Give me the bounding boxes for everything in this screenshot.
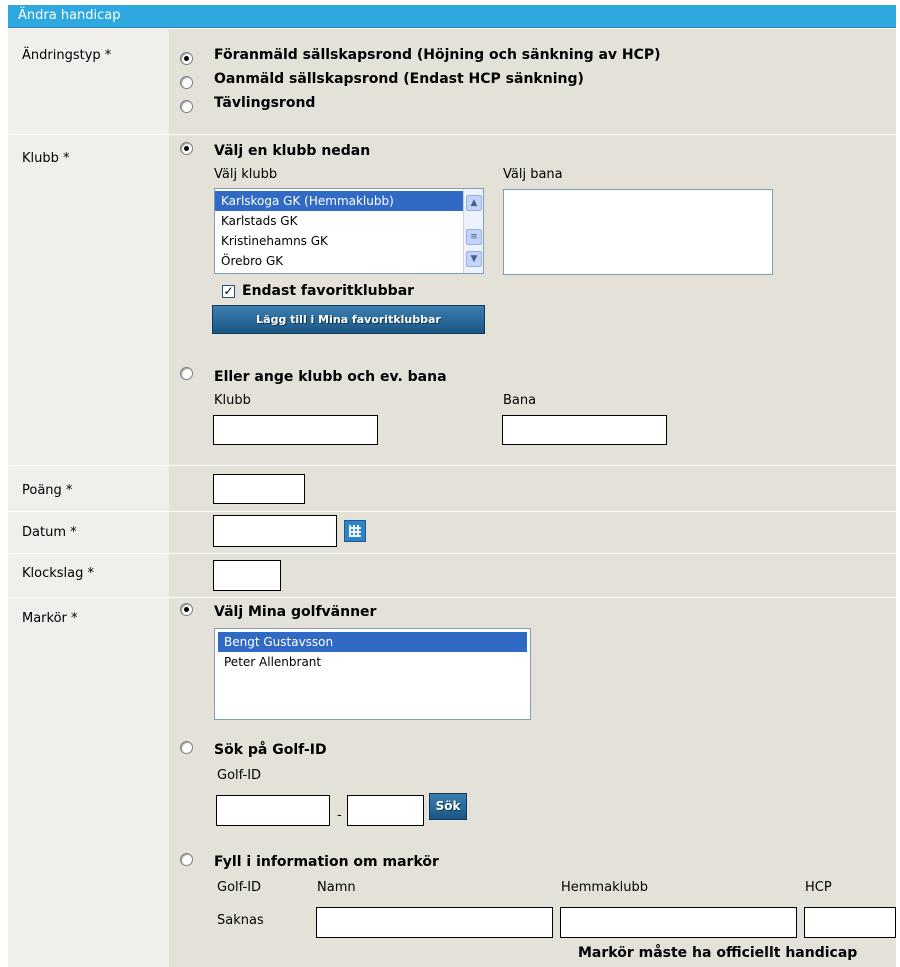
markor-hemmaklubb-input[interactable] [560,907,797,938]
course-listbox[interactable] [503,189,773,275]
poang-label: Poäng * [22,483,73,498]
golfid-part1-input[interactable] [216,795,330,826]
ange-klubb-option-label: Eller ange klubb och ev. bana [214,369,447,385]
calendar-icon[interactable] [344,520,366,542]
markor-hcp-input[interactable] [804,907,896,938]
radio-oanmald[interactable] [180,76,193,89]
col-namn-header: Namn [317,880,356,895]
scroll-thumb[interactable]: ≡ [466,229,482,245]
golfvanner-option-label: Välj Mina golfvänner [214,604,377,620]
golfid-value: Saknas [217,913,264,928]
club-scrollbar[interactable]: ▲ ≡ ▼ [463,189,483,273]
valj-klubb-option-label: Välj en klubb nedan [214,143,371,159]
col-hemmaklubb-header: Hemmaklubb [561,880,648,895]
klubb-label-cell [8,135,169,465]
radio-fyll-i[interactable] [180,853,193,866]
friend-option[interactable]: Bengt Gustavsson [218,632,527,652]
markor-namn-input[interactable] [316,907,553,938]
andringstyp-label: Ändringstyp * [22,48,112,63]
radio-golfvanner[interactable] [180,603,193,616]
fyll-i-option-label: Fyll i information om markör [214,854,439,870]
search-button[interactable]: Sök [429,793,467,820]
valj-klubb-label: Välj klubb [214,167,278,182]
option-tavlingsrond-label: Tävlingsrond [214,95,316,111]
radio-valj-klubb[interactable] [180,142,193,155]
scroll-down-icon[interactable]: ▼ [466,251,482,267]
radio-golfid[interactable] [180,741,193,754]
club-option[interactable]: Kristinehamns GK [215,231,483,251]
andringstyp-label-cell [8,29,169,134]
valj-bana-label: Välj bana [503,167,563,182]
col-golfid-header: Golf-ID [217,880,262,895]
club-option[interactable]: Örebro GK [215,251,483,271]
add-favorite-button[interactable]: Lägg till i Mina favoritklubbar [212,305,485,334]
golfid-option-label: Sök på Golf-ID [214,742,327,758]
scroll-up-icon[interactable]: ▲ [466,195,482,211]
radio-ange-klubb[interactable] [180,367,193,380]
manual-bana-label: Bana [503,393,537,408]
klockslag-label: Klockslag * [22,566,95,581]
option-oanmald-label: Oanmäld sällskapsrond (Endast HCP sänkni… [214,71,584,87]
friends-listbox[interactable]: Bengt Gustavsson Peter Allenbrant [214,628,531,720]
radio-tavlingsrond[interactable] [180,100,193,113]
option-foranmald-label: Föranmäld sällskapsrond (Höjning och sän… [214,47,661,63]
favorites-checkbox[interactable]: ✓ [222,285,235,298]
golfid-part2-input[interactable] [347,795,424,826]
poang-input[interactable] [213,474,305,504]
golfid-dash: - [337,808,342,823]
form-header: Ändra handicap [8,5,896,28]
friend-option[interactable]: Peter Allenbrant [218,652,527,672]
klockslag-input[interactable] [213,560,281,591]
markor-note: Markör måste ha officiellt handicap [578,945,858,961]
manual-klubb-label: Klubb [214,393,251,408]
radio-foranmald[interactable] [180,52,193,65]
club-option[interactable]: Karlstads GK [215,211,483,231]
markor-label: Markör * [22,611,78,626]
markor-label-cell [8,598,169,967]
favorites-checkbox-label: Endast favoritklubbar [242,283,415,299]
club-listbox[interactable]: Karlskoga GK (Hemmaklubb) Karlstads GK K… [214,188,484,274]
datum-label: Datum * [22,525,77,540]
manual-klubb-input[interactable] [213,415,378,445]
manual-bana-input[interactable] [502,415,667,445]
klubb-label: Klubb * [22,151,70,166]
club-option[interactable]: Karlskoga GK (Hemmaklubb) [215,191,463,211]
golfid-label: Golf-ID [217,768,262,783]
col-hcp-header: HCP [805,880,832,895]
datum-input[interactable] [213,515,337,547]
